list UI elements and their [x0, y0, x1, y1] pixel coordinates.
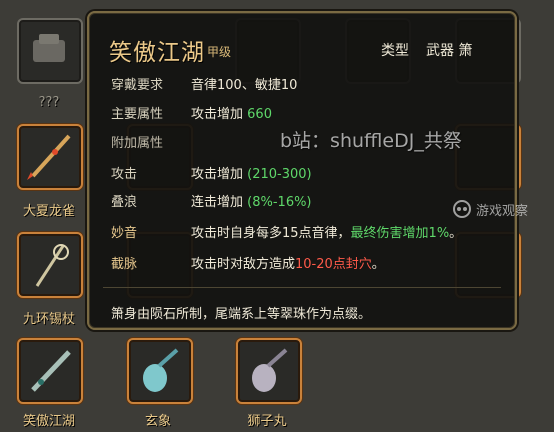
attribute-prefix: 连击增加: [191, 195, 244, 210]
skill-highlight: 最终伤害增加1%: [350, 226, 450, 241]
main-attribute-label: 主要属性: [111, 107, 164, 122]
skill-row: 妙音 攻击时自身每多15点音律，最终伤害增加1%。: [111, 222, 462, 241]
main-attribute-value: 660: [247, 107, 272, 122]
main-attribute-row: 主要属性 攻击增加 660: [111, 103, 272, 122]
tooltip-divider: [103, 287, 501, 288]
site-logo-icon: [453, 200, 471, 218]
item-slot-xiaoao-jianghu[interactable]: [17, 338, 83, 404]
unknown-item-icon: [33, 34, 65, 62]
skill-text: 攻击时对敌方造成: [191, 257, 296, 272]
staff-icon: [35, 244, 69, 287]
item-label: 笑傲江湖: [22, 414, 75, 429]
attribute-label: 叠浪: [111, 195, 138, 210]
item-label: 九环锡杖: [22, 312, 75, 327]
item-tooltip: 笑傲江湖 甲级 类型 武器 箫 穿戴要求 音律100、敏捷10 主要属性 攻击增加 …: [87, 11, 517, 330]
unknown-item-label: ???: [38, 95, 60, 110]
item-label: 狮子丸: [247, 414, 287, 429]
broadsword-icon: [27, 134, 71, 180]
extra-attributes-header: 附加属性: [111, 136, 164, 151]
unknown-item-slot[interactable]: [17, 18, 83, 84]
requirements-row: 穿戴要求 音律100、敏捷10: [111, 74, 297, 93]
item-label: 大夏龙雀: [22, 204, 75, 219]
skill-highlight: 10-20点封穴: [295, 257, 372, 272]
attribute-value: (210-300): [247, 167, 312, 182]
lute-icon: [252, 348, 288, 392]
pipa-icon: [143, 348, 179, 392]
item-type-value: 武器 箫: [426, 43, 473, 59]
item-grade: 甲级: [207, 45, 232, 59]
skill-label: 截脉: [111, 257, 138, 272]
item-title: 笑傲江湖: [109, 40, 205, 66]
site-badge: 游戏观察: [452, 197, 552, 221]
site-badge-text: 游戏观察: [476, 204, 529, 219]
skill-suffix: 。: [449, 226, 463, 241]
item-label: 玄象: [144, 414, 171, 429]
item-slot-jiuhuan-xizhang[interactable]: [17, 232, 83, 298]
attribute-row: 叠浪 连击增加 (8%-16%): [111, 191, 312, 210]
item-type-label: 类型: [381, 43, 409, 59]
skill-label: 妙音: [111, 226, 138, 241]
attribute-value: (8%-16%): [247, 195, 312, 210]
requirements-label: 穿戴要求: [111, 78, 164, 93]
skill-suffix: 。: [371, 257, 385, 272]
item-slot-xuanxiang[interactable]: [127, 338, 193, 404]
item-slot-daxia-longque[interactable]: [17, 124, 83, 190]
skill-text: 攻击时自身每多15点音律，: [191, 226, 351, 241]
main-attribute-prefix: 攻击增加: [191, 107, 244, 122]
flute-icon: [31, 350, 71, 392]
attribute-label: 攻击: [111, 167, 138, 182]
uploader-watermark: b站：shuffleDJ_共祭: [280, 130, 462, 152]
item-description: 箫身由陨石所制，尾端系上等翠珠作为点缀。: [111, 307, 372, 322]
attribute-prefix: 攻击增加: [191, 167, 244, 182]
skill-row: 截脉 攻击时对敌方造成10-20点封穴。: [111, 253, 385, 272]
requirements-value: 音律100、敏捷10: [191, 78, 298, 93]
attribute-row: 攻击 攻击增加 (210-300): [111, 163, 312, 182]
item-slot-shizi-wan[interactable]: [236, 338, 302, 404]
